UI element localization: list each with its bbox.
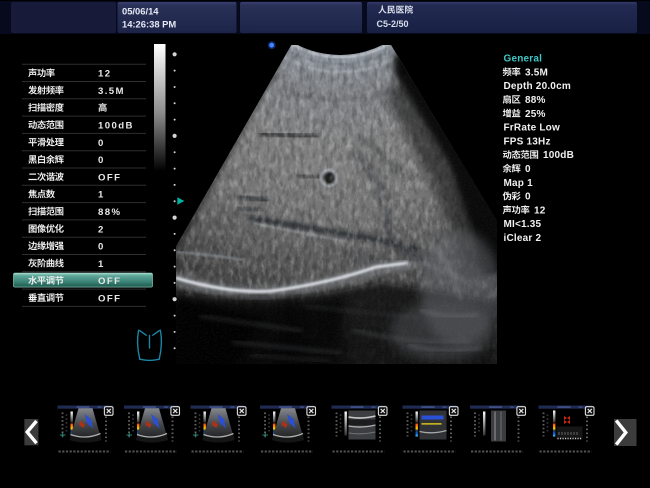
svg-text:OFF: OFF [98, 293, 121, 304]
svg-text:100dB: 100dB [98, 121, 134, 132]
svg-text:0: 0 [525, 192, 531, 203]
svg-text:14:26:38 PM: 14:26:38 PM [122, 19, 176, 30]
svg-text:MI<1.35: MI<1.35 [504, 219, 542, 230]
svg-text:2: 2 [98, 224, 105, 235]
svg-text:0: 0 [98, 138, 105, 149]
svg-text:iClear 2: iClear 2 [504, 233, 542, 244]
svg-text:100dB: 100dB [543, 150, 574, 161]
svg-text:FPS 13Hz: FPS 13Hz [504, 136, 551, 147]
svg-text:0: 0 [525, 164, 531, 175]
svg-text:05/06/14: 05/06/14 [122, 6, 159, 17]
svg-text:1: 1 [98, 190, 105, 201]
svg-text:General: General [504, 54, 543, 65]
svg-text:0: 0 [98, 242, 105, 253]
svg-text:C5-2/50: C5-2/50 [377, 19, 409, 29]
svg-text:Depth 20.0cm: Depth 20.0cm [504, 81, 571, 92]
svg-text:12: 12 [534, 205, 546, 216]
svg-text:FrRate Low: FrRate Low [504, 123, 560, 134]
svg-text:88%: 88% [525, 95, 546, 106]
svg-text:0: 0 [98, 155, 105, 166]
svg-text:OFF: OFF [98, 172, 121, 183]
svg-text:OFF: OFF [98, 276, 121, 287]
svg-text:88%: 88% [98, 207, 121, 218]
svg-text:25%: 25% [525, 109, 546, 120]
svg-text:12: 12 [98, 69, 111, 80]
svg-text:1: 1 [98, 259, 105, 270]
svg-text:3.5M: 3.5M [98, 86, 125, 97]
svg-text:3.5M: 3.5M [525, 67, 548, 78]
svg-text:Map 1: Map 1 [504, 178, 534, 189]
